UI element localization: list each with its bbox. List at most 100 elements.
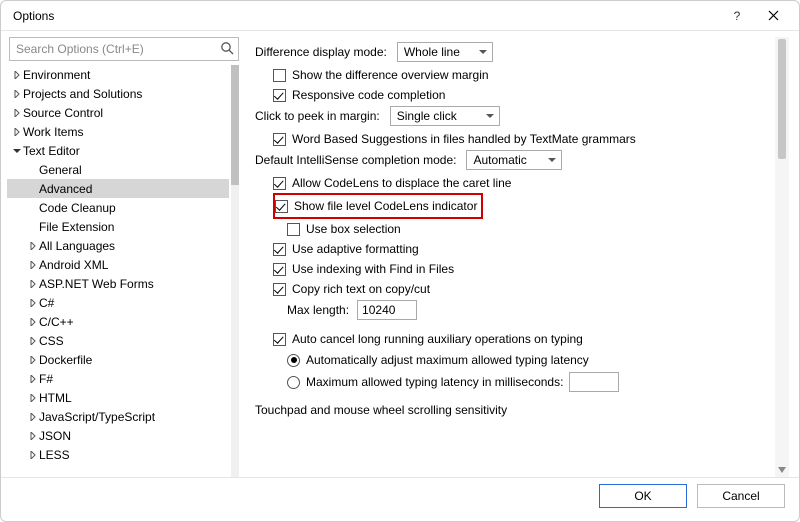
latency-manual-input[interactable] <box>569 372 619 392</box>
tree-item-label: HTML <box>39 391 72 405</box>
responsive-completion-checkbox[interactable]: Responsive code completion <box>255 85 773 105</box>
close-button[interactable] <box>755 2 791 30</box>
tree-item-label: Environment <box>23 68 90 82</box>
settings-scrollbar-thumb[interactable] <box>778 39 786 159</box>
latency-auto-radio[interactable]: Automatically adjust maximum allowed typ… <box>287 349 773 371</box>
auto-cancel-checkbox[interactable]: Auto cancel long running auxiliary opera… <box>255 329 773 349</box>
tree-item[interactable]: ASP.NET Web Forms <box>7 274 229 293</box>
checkbox-box <box>273 69 286 82</box>
allow-codelens-displace-checkbox[interactable]: Allow CodeLens to displace the caret lin… <box>255 173 773 193</box>
intellisense-label: Default IntelliSense completion mode: <box>255 153 456 167</box>
tree-item[interactable]: Work Items <box>7 122 229 141</box>
options-tree[interactable]: Environment Projects and Solutions Source … <box>7 65 239 477</box>
search-icon <box>220 41 234 58</box>
chevron-down-icon[interactable] <box>11 147 23 155</box>
tree-item[interactable]: JavaScript/TypeScript <box>7 407 229 426</box>
dialog-footer: OK Cancel <box>1 477 799 521</box>
tree-item-label: JSON <box>39 429 71 443</box>
chevron-right-icon[interactable] <box>11 71 23 79</box>
tree-item-label: File Extension <box>39 220 114 234</box>
tree-item[interactable]: Text Editor <box>7 141 229 160</box>
latency-manual-label: Maximum allowed typing latency in millis… <box>306 375 563 389</box>
use-indexing-fif-label: Use indexing with Find in Files <box>292 262 454 276</box>
tree-item[interactable]: Projects and Solutions <box>7 84 229 103</box>
tree-item-label: Text Editor <box>23 144 80 158</box>
chevron-right-icon[interactable] <box>27 337 39 345</box>
diff-mode-select[interactable]: Whole line <box>397 42 493 62</box>
tree-item[interactable]: F# <box>7 369 229 388</box>
chevron-right-icon[interactable] <box>27 394 39 402</box>
tree-scrollbar[interactable] <box>231 65 239 477</box>
tree-item[interactable]: LESS <box>7 445 229 464</box>
checkbox-box <box>273 133 286 146</box>
tree-item[interactable]: Advanced <box>7 179 229 198</box>
allow-codelens-displace-label: Allow CodeLens to displace the caret lin… <box>292 176 511 190</box>
tree-item[interactable]: General <box>7 160 229 179</box>
chevron-right-icon[interactable] <box>27 299 39 307</box>
show-diff-overview-checkbox[interactable]: Show the difference overview margin <box>255 65 773 85</box>
click-peek-label: Click to peek in margin: <box>255 109 380 123</box>
tree-item[interactable]: CSS <box>7 331 229 350</box>
chevron-right-icon[interactable] <box>27 451 39 459</box>
word-based-label: Word Based Suggestions in files handled … <box>292 132 636 146</box>
tree-item-label: Source Control <box>23 106 103 120</box>
chevron-right-icon[interactable] <box>27 280 39 288</box>
chevron-right-icon[interactable] <box>11 128 23 136</box>
search-input[interactable] <box>10 38 238 60</box>
tree-item[interactable]: HTML <box>7 388 229 407</box>
tree-item[interactable]: All Languages <box>7 236 229 255</box>
tree-item[interactable]: C/C++ <box>7 312 229 331</box>
tree-item[interactable]: Source Control <box>7 103 229 122</box>
chevron-right-icon[interactable] <box>27 242 39 250</box>
tree-item-label: C# <box>39 296 54 310</box>
tree-scrollbar-thumb[interactable] <box>231 65 239 185</box>
chevron-right-icon[interactable] <box>27 261 39 269</box>
search-field-wrap[interactable] <box>9 37 239 61</box>
tree-item-label: All Languages <box>39 239 115 253</box>
tree-item[interactable]: Code Cleanup <box>7 198 229 217</box>
chevron-right-icon[interactable] <box>27 375 39 383</box>
tree-item[interactable]: JSON <box>7 426 229 445</box>
tree-item[interactable]: File Extension <box>7 217 229 236</box>
responsive-completion-label: Responsive code completion <box>292 88 445 102</box>
copy-rich-text-checkbox[interactable]: Copy rich text on copy/cut <box>255 279 773 299</box>
latency-manual-radio[interactable]: Maximum allowed typing latency in millis… <box>287 371 773 393</box>
use-box-selection-checkbox[interactable]: Use box selection <box>255 219 773 239</box>
tree-item-label: Android XML <box>39 258 108 272</box>
checkbox-box <box>273 333 286 346</box>
chevron-right-icon[interactable] <box>11 90 23 98</box>
highlighted-option: Show file level CodeLens indicator <box>255 193 773 219</box>
chevron-right-icon[interactable] <box>27 432 39 440</box>
tree-item-label: Advanced <box>39 182 92 196</box>
intellisense-select[interactable]: Automatic <box>466 150 562 170</box>
tree-item[interactable]: Android XML <box>7 255 229 274</box>
tree-item-label: Work Items <box>23 125 83 139</box>
cancel-button[interactable]: Cancel <box>697 484 785 508</box>
window-title: Options <box>13 9 719 23</box>
ok-button[interactable]: OK <box>599 484 687 508</box>
chevron-right-icon[interactable] <box>27 413 39 421</box>
tree-item[interactable]: Environment <box>7 65 229 84</box>
max-length-input[interactable] <box>357 300 417 320</box>
chevron-right-icon[interactable] <box>27 356 39 364</box>
tree-item[interactable]: C# <box>7 293 229 312</box>
help-button[interactable]: ? <box>719 2 755 30</box>
settings-scrollbar[interactable] <box>775 37 789 477</box>
word-based-checkbox[interactable]: Word Based Suggestions in files handled … <box>255 129 773 149</box>
chevron-right-icon[interactable] <box>11 109 23 117</box>
close-icon <box>768 10 779 21</box>
chevron-right-icon[interactable] <box>27 318 39 326</box>
scroll-down-arrow[interactable] <box>775 463 789 477</box>
touchpad-heading: Touchpad and mouse wheel scrolling sensi… <box>255 403 507 417</box>
radio-dot <box>287 376 300 389</box>
show-file-level-codelens-checkbox[interactable]: Show file level CodeLens indicator <box>275 196 477 216</box>
checkbox-box <box>273 283 286 296</box>
intellisense-value: Automatic <box>473 153 526 167</box>
tree-item[interactable]: Dockerfile <box>7 350 229 369</box>
latency-auto-label: Automatically adjust maximum allowed typ… <box>306 353 589 367</box>
show-diff-overview-label: Show the difference overview margin <box>292 68 489 82</box>
checkbox-box <box>273 177 286 190</box>
use-adaptive-formatting-checkbox[interactable]: Use adaptive formatting <box>255 239 773 259</box>
click-peek-select[interactable]: Single click <box>390 106 500 126</box>
use-indexing-fif-checkbox[interactable]: Use indexing with Find in Files <box>255 259 773 279</box>
